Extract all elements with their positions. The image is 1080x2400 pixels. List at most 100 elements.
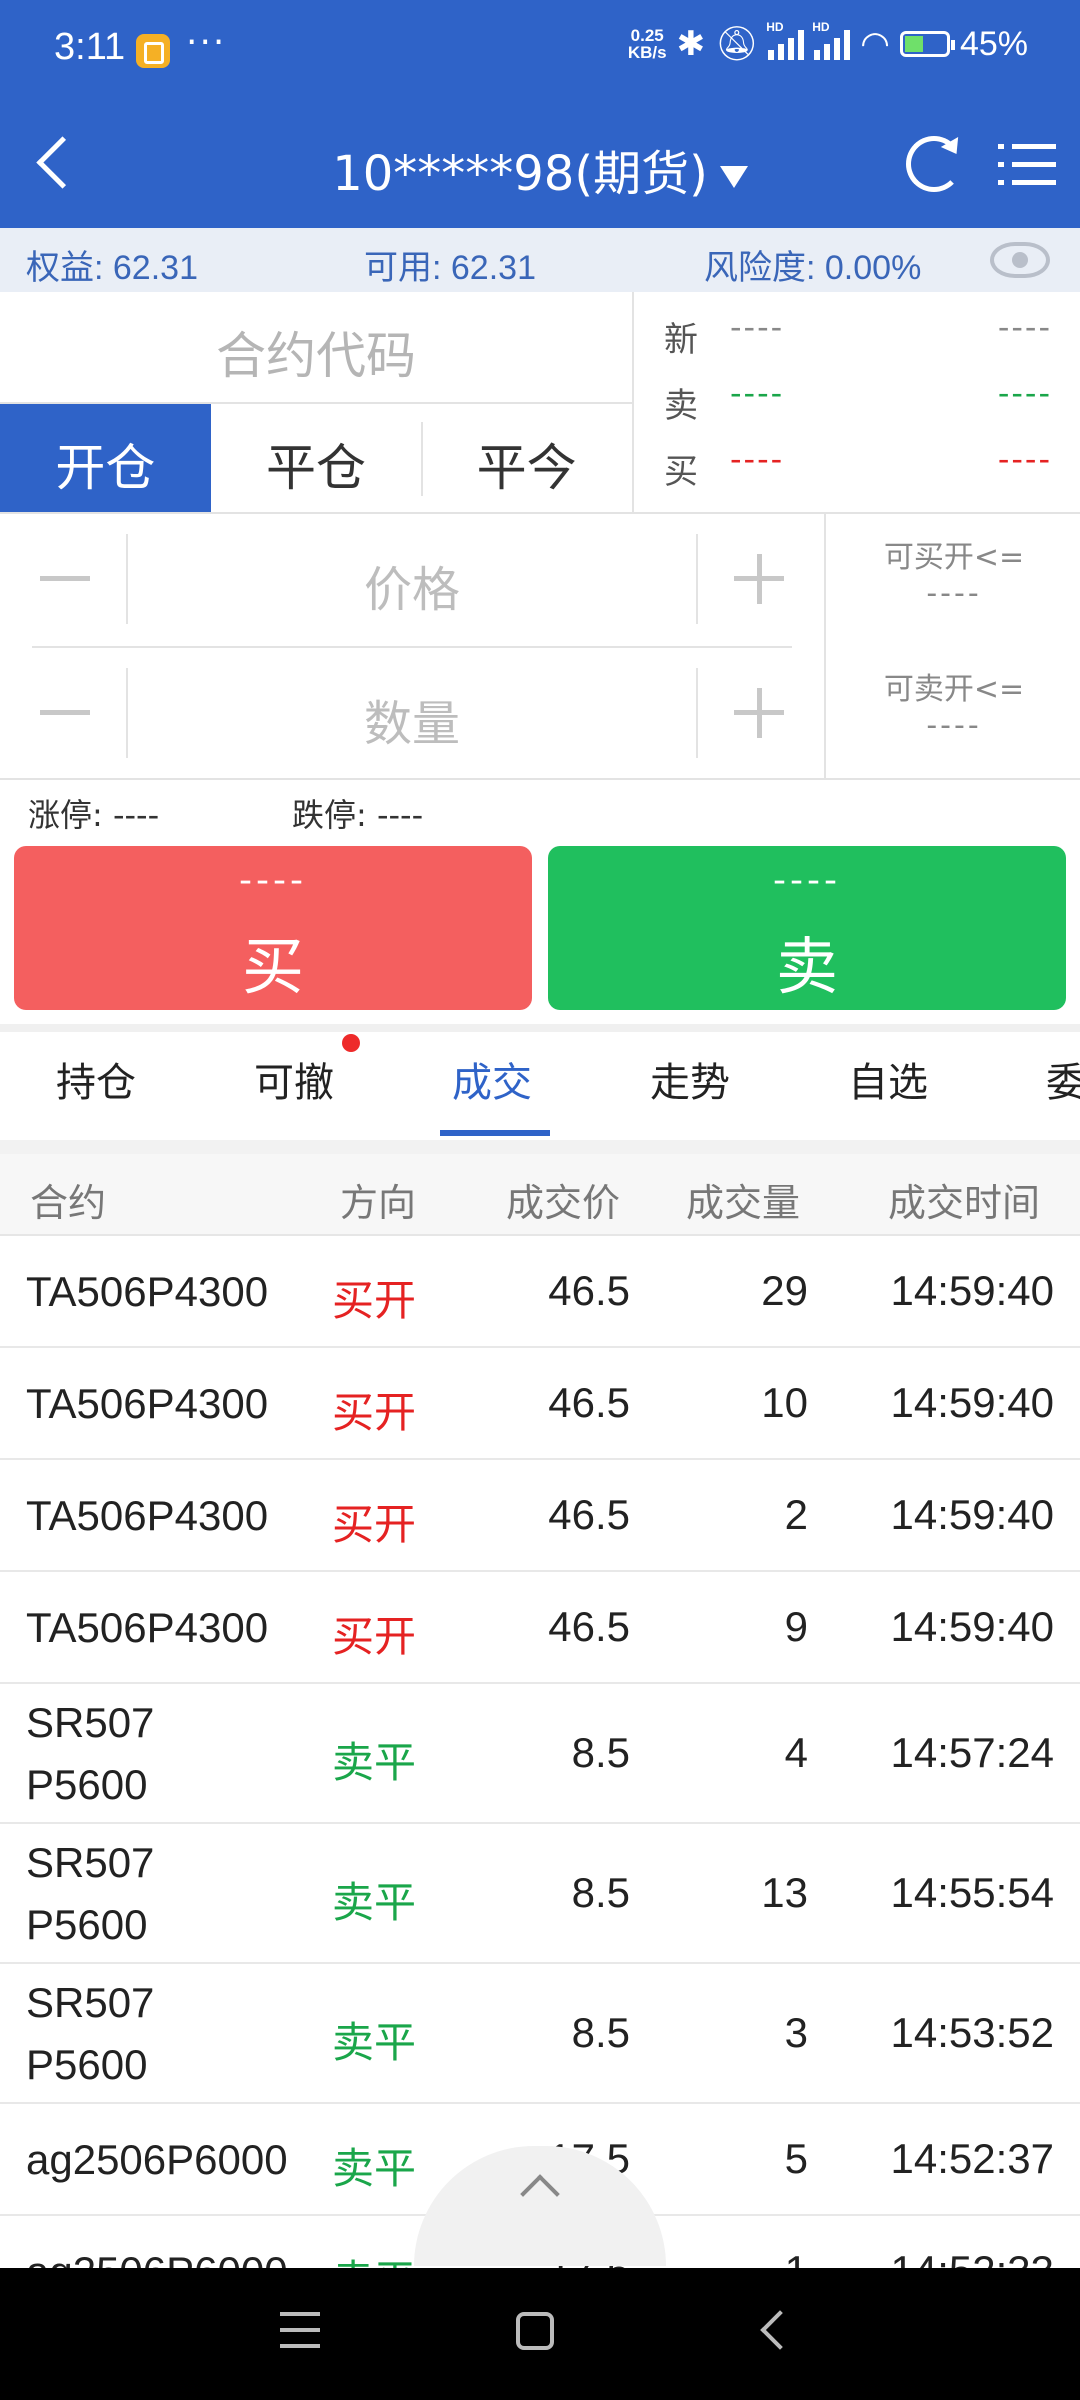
cell-contract: TA506P4300 [26, 1492, 269, 1539]
cell-price: 46.5 [548, 1267, 630, 1314]
header-volume: 成交量 [686, 1181, 801, 1225]
cell-contract: TA506P4300 [26, 1604, 269, 1651]
cell-contract: TA506P4300 [26, 1380, 269, 1427]
wifi-icon: ◠ [860, 25, 890, 63]
tab-watchlist[interactable]: 自选 [848, 1050, 928, 1108]
available-funds: 可用: 62.31 [364, 249, 536, 287]
cell-direction: 卖平 [332, 2018, 417, 2067]
cell-direction: 买开 [332, 1276, 417, 1325]
status-icons: 0.25 KB/s ✱ 🔕︎ HD HD ◠ 45% [628, 20, 1028, 64]
network-speed: 0.25 KB/s [628, 27, 667, 61]
hd-label-2: HD [812, 20, 830, 34]
price-row: 价格 [32, 514, 792, 646]
quote-label: 买 [664, 452, 698, 492]
contract-code-input[interactable]: 合约代码 [0, 292, 632, 404]
can-sell-label: 可卖开<= [883, 672, 1025, 707]
risk-ratio: 风险度: 0.00% [704, 249, 922, 287]
app-header: 10*****98(期货) [0, 104, 1080, 228]
quote-row-bid: 买 ---- ---- [634, 430, 1080, 496]
account-title: 10*****98(期货) [332, 146, 708, 202]
table-row[interactable]: TA506P4300 买开 46.5 9 14:59:40 [0, 1572, 1080, 1684]
limit-down: 跌停: ---- [292, 796, 424, 834]
cell-volume: 29 [761, 1267, 808, 1314]
cell-direction: 卖平 [332, 2144, 417, 2193]
can-buy-value: ---- [926, 576, 982, 611]
tab-orders[interactable]: 委 [1046, 1050, 1080, 1108]
tab-close[interactable]: 平仓 [211, 404, 422, 512]
quote-label: 卖 [664, 386, 698, 426]
battery-icon [899, 31, 955, 57]
can-buy-label: 可买开<= [883, 540, 1025, 575]
table-row[interactable]: SR507 P5600 卖平 8.5 4 14:57:24 [0, 1684, 1080, 1824]
order-type-tabs: 开仓 平仓 平今 [0, 404, 632, 514]
header-price: 成交价 [506, 1181, 621, 1225]
tab-positions[interactable]: 持仓 [56, 1050, 136, 1108]
info-tabs: 持仓 可撤 成交 走势 自选 委 [0, 1032, 1080, 1140]
table-row[interactable]: SR507 P5600 卖平 8.5 13 14:55:54 [0, 1824, 1080, 1964]
cell-direction: 买开 [332, 1612, 417, 1661]
quantity-input[interactable]: 数量 [126, 668, 698, 758]
sell-button[interactable]: ---- 卖 [548, 846, 1066, 1010]
eye-icon[interactable] [990, 242, 1050, 278]
cell-time: 14:59:40 [890, 1267, 1055, 1314]
cell-time: 14:57:24 [890, 1729, 1055, 1776]
cell-volume: 5 [784, 2135, 808, 2182]
divider [0, 1024, 1080, 1032]
sell-label: 卖 [775, 930, 838, 1003]
tab-trend[interactable]: 走势 [650, 1050, 730, 1108]
cell-contract: TA506P4300 [26, 1268, 269, 1315]
table-row[interactable]: SR507 P5600 卖平 8.5 3 14:53:52 [0, 1964, 1080, 2104]
table-row[interactable]: TA506P4300 买开 46.5 29 14:59:40 [0, 1236, 1080, 1348]
tab-cancelable[interactable]: 可撤 [254, 1050, 334, 1108]
signal-icon-2: HD [812, 20, 851, 60]
account-summary: 权益: 62.31 可用: 62.31 风险度: 0.00% [0, 228, 1080, 292]
menu-icon[interactable] [998, 140, 1056, 190]
price-plus-button[interactable] [698, 534, 792, 624]
quote-value: ---- [997, 374, 1052, 412]
signal-icon: HD [766, 20, 805, 60]
home-icon[interactable] [516, 2312, 554, 2350]
cell-direction: 卖平 [332, 1738, 417, 1787]
system-nav-bar [0, 2268, 1080, 2400]
mute-bell-icon: 🔕︎ [715, 25, 759, 63]
cell-time: 14:59:40 [890, 1491, 1055, 1538]
price-minus-button[interactable] [32, 534, 126, 624]
quote-value: ---- [730, 374, 785, 412]
cell-volume: 9 [784, 1603, 808, 1650]
cell-volume: 2 [784, 1491, 808, 1538]
tab-close-today[interactable]: 平今 [421, 404, 632, 512]
refresh-icon[interactable] [906, 136, 962, 192]
quantity-minus-button[interactable] [32, 668, 126, 758]
recent-apps-icon[interactable] [280, 2312, 320, 2348]
cell-time: 14:55:54 [890, 1869, 1055, 1916]
available-panel: 可买开<= ---- 可卖开<= ---- [824, 514, 1080, 778]
status-time: 3:11 [54, 26, 126, 68]
quote-row-ask: 卖 ---- ---- [634, 364, 1080, 430]
more-notifications-icon: ··· [186, 22, 227, 63]
quote-value: ---- [997, 308, 1052, 346]
tab-open[interactable]: 开仓 [0, 404, 211, 512]
buy-label: 买 [241, 930, 304, 1003]
battery-percent: 45% [959, 24, 1028, 63]
table-header: 合约 方向 成交价 成交量 成交时间 [0, 1154, 1080, 1236]
price-input[interactable]: 价格 [126, 534, 698, 624]
network-speed-unit: KB/s [627, 43, 667, 62]
cell-price: 8.5 [571, 1729, 630, 1776]
status-bar: 3:11 ··· 0.25 KB/s ✱ 🔕︎ HD HD ◠ 45% [0, 0, 1080, 104]
equity: 权益: 62.31 [26, 249, 198, 287]
tab-trades[interactable]: 成交 [452, 1050, 532, 1108]
cell-price: 8.5 [571, 2009, 630, 2056]
quote-value: ---- [997, 440, 1052, 478]
cell-contract: ag2506P6000 [26, 2136, 288, 2183]
sell-price: ---- [773, 860, 841, 901]
header-contract: 合约 [30, 1181, 107, 1225]
cell-volume: 3 [784, 2009, 808, 2056]
buy-button[interactable]: ---- 买 [14, 846, 532, 1010]
nav-back-icon[interactable] [760, 2310, 800, 2350]
cell-contract: SR507 P5600 [26, 1839, 155, 1948]
cell-price: 46.5 [548, 1379, 630, 1426]
table-row[interactable]: TA506P4300 买开 46.5 2 14:59:40 [0, 1460, 1080, 1572]
quantity-plus-button[interactable] [698, 668, 792, 758]
active-tab-indicator [440, 1130, 550, 1136]
table-row[interactable]: TA506P4300 买开 46.5 10 14:59:40 [0, 1348, 1080, 1460]
